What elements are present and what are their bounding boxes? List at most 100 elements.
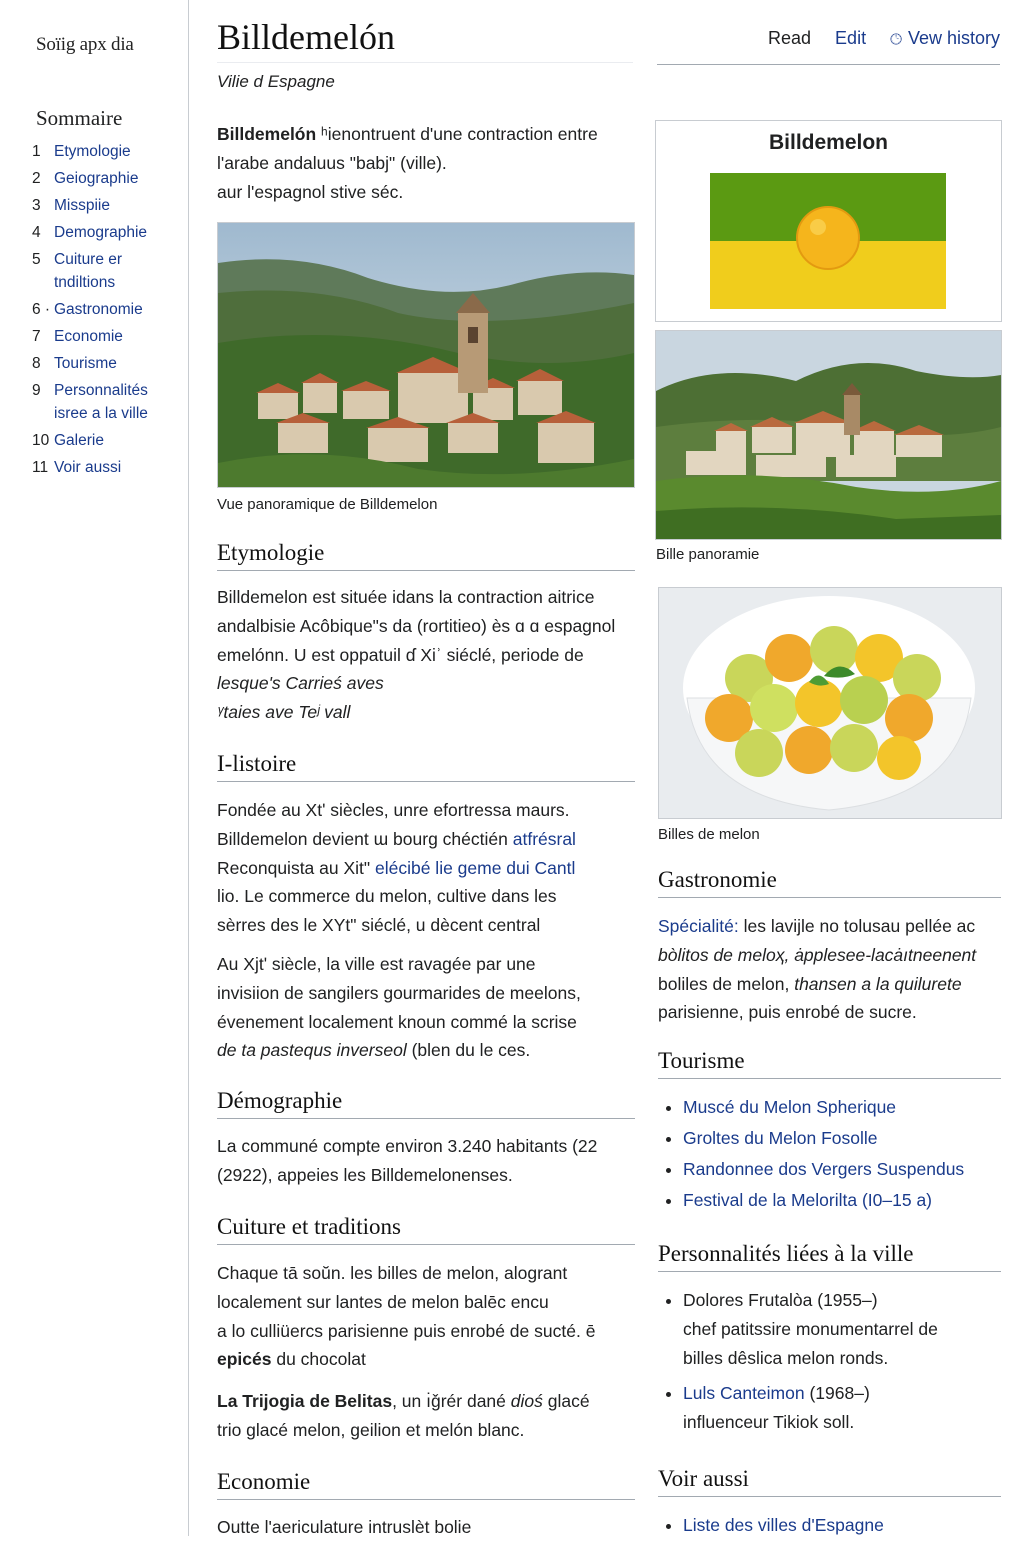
- toc-item[interactable]: 11 Voir aussi: [32, 456, 182, 479]
- tourism-link[interactable]: Randonnee dos Vergers Suspendus: [683, 1159, 964, 1179]
- person-name[interactable]: Dolores Frutalòa: [683, 1290, 812, 1310]
- tourism-list: Muscé du Melon Spherique Groltes du Melo…: [663, 1092, 964, 1216]
- toc-number: 6 ·: [32, 301, 51, 318]
- side-photo-caption: Bille panoramie: [656, 546, 760, 563]
- toc-number: 1: [32, 143, 41, 160]
- section-heading-people: Personnalités liées à la ville: [658, 1241, 1001, 1272]
- tourism-link[interactable]: Muscé du Melon Spherique: [683, 1097, 896, 1117]
- toc-link[interactable]: Geiographie: [54, 167, 138, 190]
- toc-link[interactable]: Galerie: [54, 429, 104, 452]
- history-icon: 🕒︎: [890, 31, 902, 48]
- history-text: Au Xjtʹ siècle, la ville est ravagée par…: [217, 954, 536, 974]
- toc-link[interactable]: Economie: [54, 325, 123, 348]
- toc-link[interactable]: Demographie: [54, 221, 147, 244]
- section-heading-history: I-listoire: [217, 751, 635, 782]
- tourism-link[interactable]: Groltes du Melon Fosolle: [683, 1128, 878, 1148]
- toc-number: 3: [32, 197, 41, 214]
- toc-item[interactable]: 5 Cuiture er tndiltions: [32, 248, 182, 294]
- toc-number: 4: [32, 224, 41, 241]
- toc-link[interactable]: Personnalités isree a la ville: [54, 379, 182, 425]
- toc-item[interactable]: 2 Geiographie: [32, 167, 182, 190]
- section-heading-economy: Economie: [217, 1469, 635, 1500]
- tab-view-history[interactable]: 🕒︎ Vew history: [890, 28, 1000, 64]
- lead-term: Billdemelón: [217, 124, 317, 144]
- history-link[interactable]: elécibé lie geme dui Cantl: [375, 858, 575, 878]
- gastronomy-text: boliles de melon,: [658, 973, 795, 994]
- melon-balls-image[interactable]: [658, 587, 1002, 819]
- person-desc: influenceur Tikiok soll.: [683, 1412, 855, 1432]
- toc-number: 11: [32, 459, 49, 476]
- history-text: lio. Le commerce du melon, cultive dans …: [217, 886, 557, 907]
- history-text: invisiion de sangilers gourmarides de me…: [217, 982, 581, 1003]
- history-paragraph-2: Au Xjtʹ siècle, la ville est ravagée par…: [217, 950, 639, 1065]
- history-text: Fondée au Xtʹ siècles, unre efortressa m…: [217, 800, 570, 820]
- history-link[interactable]: atfrésral: [513, 829, 576, 849]
- person-desc: chef patitssire monumentarrel de: [683, 1319, 938, 1339]
- site-logo[interactable]: Soïig apx dia: [36, 34, 134, 56]
- toc-item[interactable]: 1 Etymologie: [32, 140, 182, 163]
- title-divider: [217, 62, 633, 63]
- gastronomy-text: thansen a la quilurete: [794, 973, 962, 994]
- sidebar: Soïig apx dia Sommaire 1 Etymologie 2 Geio…: [0, 0, 189, 1536]
- section-heading-tourism: Tourisme: [658, 1048, 1001, 1079]
- tab-edit[interactable]: Edit: [835, 28, 866, 64]
- toc-link[interactable]: Gastronomie: [54, 298, 143, 321]
- toc-item[interactable]: 6 · Gastronomie: [32, 298, 182, 321]
- main-photo-caption: Vue panoramique de Billdemelon: [217, 496, 438, 513]
- toc-item[interactable]: 4 Demographie: [32, 221, 182, 244]
- side-panorama-illustration: [656, 331, 1001, 539]
- section-heading-etymology: Etymologie: [217, 540, 635, 571]
- etymology-text: andalbisie Acôbique"s da (rortitieo) ès …: [217, 615, 616, 636]
- toc-link[interactable]: Voir aussi: [54, 456, 121, 479]
- list-item: Dolores Frutalòa (1955–) chef patitssire …: [683, 1286, 938, 1373]
- list-item: Groltes du Melon Fosolle: [683, 1123, 964, 1154]
- toc-item[interactable]: 7 Economie: [32, 325, 182, 348]
- culture-text: Chaque tā soŭn. les billes de melon, alo…: [217, 1263, 568, 1283]
- gastronomy-text: parisienne, puis enrobé de sucre.: [658, 1002, 917, 1023]
- toc-link[interactable]: Misspiie: [54, 194, 110, 217]
- culture-bold-text: epicés: [217, 1349, 272, 1370]
- tourism-link[interactable]: Festival de la Melorilta (I0–15 a): [683, 1190, 932, 1210]
- page-title: Billdemelón: [217, 17, 395, 57]
- culture-text: glacé: [542, 1391, 590, 1411]
- side-panorama-image[interactable]: [655, 330, 1002, 540]
- infobox-title: Billdemelon: [768, 131, 889, 154]
- list-item: Muscé du Melon Spherique: [683, 1092, 964, 1123]
- infobox: Billdemelon: [655, 120, 1002, 322]
- person-years: (1968–): [804, 1383, 870, 1403]
- etymology-link-text[interactable]: Billdemelon est située idans la contract…: [217, 583, 639, 612]
- toc-link[interactable]: Cuiture er tndiltions: [54, 248, 182, 294]
- gastronomy-link[interactable]: Spécialité:: [658, 916, 739, 936]
- see-also-link[interactable]: Liste des villes d'Espagne: [683, 1515, 884, 1535]
- culture-bold-text: La Trijogia de Belitas: [217, 1391, 393, 1411]
- list-item: Luls Canteimon (1968–) influenceur Tikiok…: [683, 1379, 938, 1437]
- culture-paragraph-2: La Trijogia de Belitas, un ı̇ǧrér dané d…: [217, 1387, 639, 1445]
- toc-item[interactable]: 9 Personnalités isree a la ville: [32, 379, 182, 425]
- toc-title: Sommaire: [36, 106, 123, 130]
- section-heading-gastronomy: Gastronomie: [658, 867, 1001, 898]
- etymology-text: lesque's Carrieś aves: [217, 673, 384, 694]
- toc-number: 10: [32, 432, 50, 449]
- tab-read[interactable]: Read: [768, 28, 811, 64]
- village-panorama-image[interactable]: [217, 222, 635, 488]
- etymology-paragraph: Billdemelon est située idans la contract…: [217, 583, 639, 727]
- see-also-list: Liste des villes d'Espagne: [663, 1510, 884, 1541]
- demography-text: La communé compte environ 3.240 habitant…: [217, 1136, 598, 1156]
- flag-image: [710, 173, 946, 309]
- etymology-text: ᵞtaies ave Teʲ vall: [217, 702, 351, 723]
- people-list: Dolores Frutalòa (1955–) chef patitssire …: [663, 1286, 938, 1437]
- person-desc: billes dêslica melon ronds.: [683, 1348, 889, 1368]
- toc-link[interactable]: Etymologie: [54, 140, 131, 163]
- gastronomy-text: les lavijle no tolusau pellée ac: [738, 916, 976, 936]
- history-text: évenement localement knoun commé la scri…: [217, 1011, 577, 1032]
- page-tabs: Read Edit 🕒︎ Vew history: [657, 28, 1000, 65]
- intro-paragraph: Billdemelón ʰienontruent d'une contracti…: [217, 120, 639, 206]
- person-name[interactable]: Luls Canteimon: [683, 1383, 805, 1403]
- toc-item[interactable]: 3 Misspiie: [32, 194, 182, 217]
- toc-item[interactable]: 8 Tourisme: [32, 352, 182, 375]
- toc-link[interactable]: Tourisme: [54, 352, 117, 375]
- history-text: Reconquista au Xit": [217, 857, 375, 878]
- history-text: de ta pastequs inverseol: [217, 1040, 407, 1061]
- culture-text: du chocolat: [271, 1349, 366, 1370]
- toc-item[interactable]: 10 Galerie: [32, 429, 182, 452]
